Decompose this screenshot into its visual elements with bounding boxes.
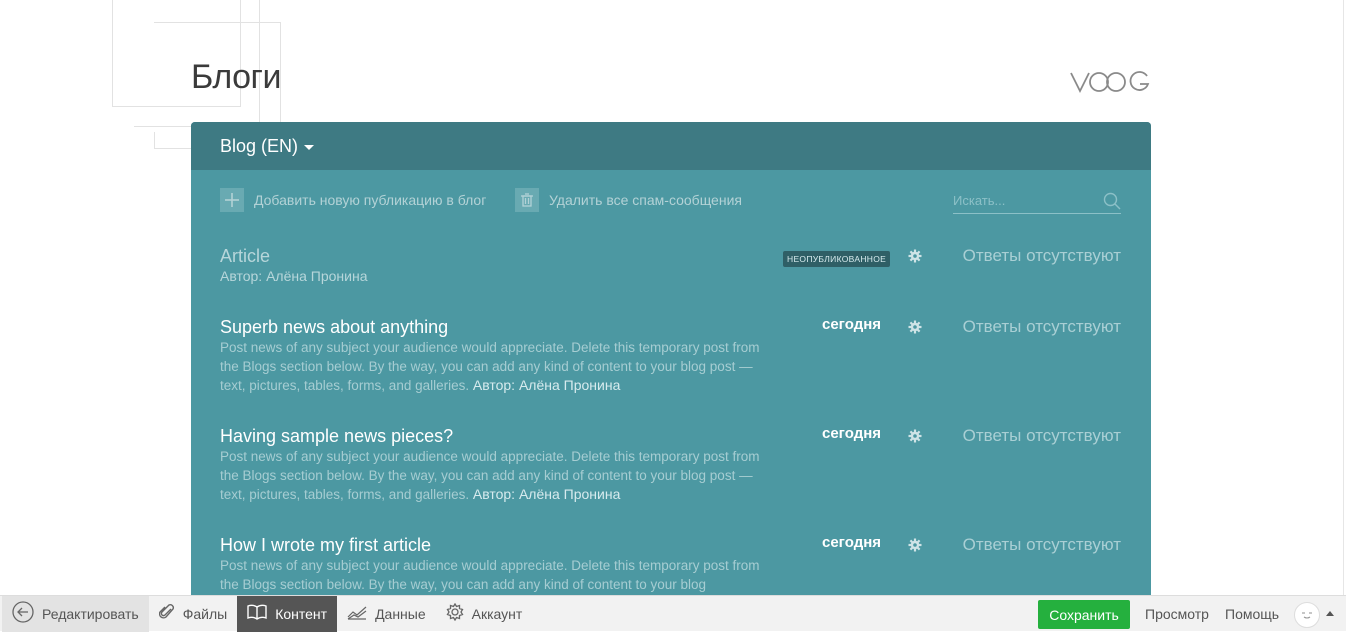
post-excerpt: Post news of any subject your audience w… — [220, 448, 780, 505]
content-tab[interactable]: Контент — [237, 595, 338, 632]
delete-spam-button[interactable]: Удалить все спам-сообщения — [515, 188, 742, 212]
replies-status[interactable]: Ответы отсутствуют — [963, 246, 1121, 266]
replies-status[interactable]: Ответы отсутствуют — [963, 317, 1121, 337]
post-row[interactable]: Article Автор: Алёна Пронина НЕОПУБЛИКОВ… — [220, 245, 1121, 285]
gear-icon[interactable] — [908, 320, 922, 339]
files-label: Файлы — [182, 605, 228, 622]
add-post-button[interactable]: Добавить новую публикацию в блог — [220, 188, 486, 212]
replies-status[interactable]: Ответы отсутствуют — [963, 535, 1121, 555]
post-excerpt: Post news of any subject your audience w… — [220, 339, 780, 396]
search-input[interactable] — [953, 193, 1093, 208]
post-row[interactable]: How I wrote my first article Post news o… — [220, 534, 1121, 594]
unpublished-badge: НЕОПУБЛИКОВАННОЕ — [783, 251, 891, 267]
content-label: Контент — [275, 605, 328, 622]
replies-status[interactable]: Ответы отсутствуют — [963, 426, 1121, 446]
page-title: Блоги — [191, 58, 281, 96]
post-author: Автор: Алёна Пронина — [472, 377, 621, 393]
post-row[interactable]: Having sample news pieces? Post news of … — [220, 425, 1121, 505]
editor-toolbar: Редактировать Файлы Контент Данные Аккау… — [0, 595, 1346, 632]
post-excerpt: Post news of any subject your audience w… — [220, 558, 760, 592]
panel-header: Blog (EN) — [191, 122, 1151, 170]
data-tab[interactable]: Данные — [337, 596, 436, 632]
gear-icon — [446, 602, 464, 624]
avatar[interactable] — [1294, 602, 1320, 628]
blog-selector-label: Blog (EN) — [220, 135, 299, 156]
blog-toolbar: Добавить новую публикацию в блог Удалить… — [220, 188, 1121, 214]
post-date: сегодня — [822, 534, 882, 551]
search-box — [953, 188, 1121, 214]
chevron-down-icon — [304, 145, 315, 150]
search-icon[interactable] — [1103, 192, 1121, 215]
chevron-up-icon[interactable] — [1326, 611, 1334, 616]
post-author: Автор: Алёна Пронина — [220, 268, 368, 284]
data-label: Данные — [375, 605, 426, 622]
blog-panel: Blog (EN) Добавить новую публикацию в бл… — [191, 122, 1151, 597]
back-arrow-icon — [12, 601, 34, 626]
edit-mode-label: Редактировать — [42, 605, 139, 622]
preview-button[interactable]: Просмотр — [1145, 596, 1209, 632]
add-post-label: Добавить новую публикацию в блог — [254, 192, 487, 208]
trash-icon — [515, 188, 539, 212]
plus-icon — [220, 188, 244, 212]
account-label: Аккаунт — [471, 605, 523, 622]
help-button[interactable]: Помощь — [1225, 596, 1279, 632]
voog-logo — [1070, 70, 1150, 99]
edit-mode-button[interactable]: Редактировать — [2, 595, 149, 632]
book-icon — [247, 604, 267, 623]
post-date: сегодня — [822, 316, 882, 333]
gear-icon[interactable] — [908, 249, 922, 268]
files-tab[interactable]: Файлы — [149, 596, 237, 632]
account-tab[interactable]: Аккаунт — [436, 596, 533, 632]
decorative-frame — [154, 132, 191, 149]
chart-lines-icon — [347, 604, 367, 623]
save-button[interactable]: Сохранить — [1038, 600, 1130, 629]
post-author: Автор: Алёна Пронина — [472, 486, 621, 502]
gear-icon[interactable] — [908, 429, 922, 448]
gear-icon[interactable] — [908, 538, 922, 557]
blog-selector-dropdown[interactable]: Blog (EN) — [220, 135, 315, 157]
post-date: сегодня — [822, 425, 882, 442]
paperclip-icon — [158, 603, 175, 624]
delete-spam-label: Удалить все спам-сообщения — [549, 192, 742, 208]
post-row[interactable]: Superb news about anything Post news of … — [220, 316, 1121, 396]
